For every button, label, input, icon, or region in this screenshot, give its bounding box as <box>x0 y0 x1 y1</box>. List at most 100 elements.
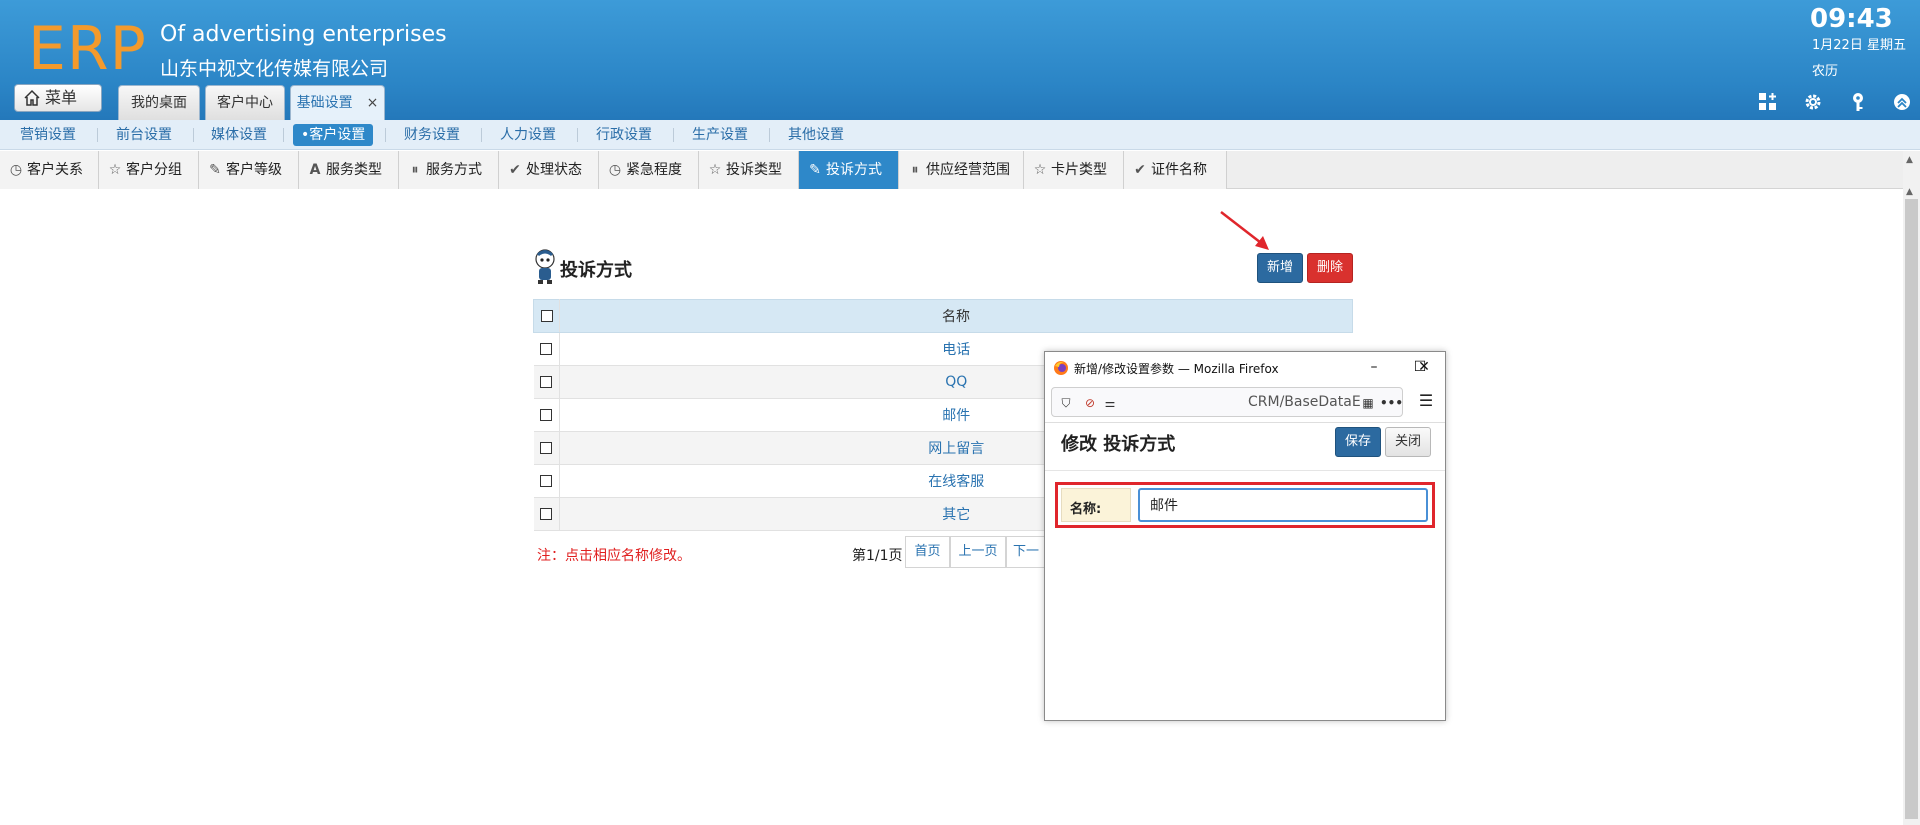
tab-close-icon[interactable]: × <box>367 95 379 111</box>
popup-heading: 修改 投诉方式 <box>1061 434 1176 455</box>
firefox-icon <box>1054 361 1068 375</box>
subnav-divider <box>481 128 482 142</box>
row-name-link[interactable]: QQ <box>945 374 967 390</box>
tab-label: 客户中心 <box>217 95 273 111</box>
cattab-customer-level[interactable]: ✎ 客户等级 <box>199 151 299 189</box>
row-checkbox[interactable] <box>540 508 553 520</box>
name-field[interactable] <box>1138 488 1428 522</box>
subnav-divider <box>673 128 674 142</box>
brand-company-name: 山东中视文化传媒有限公司 <box>160 58 389 80</box>
cattab-label: 投诉方式 <box>826 162 882 178</box>
cattab-customer-relation[interactable]: ◷ 客户关系 <box>0 151 99 189</box>
save-button[interactable]: 保存 <box>1335 427 1381 457</box>
subnav-admin[interactable]: 行政设置 <box>596 120 652 150</box>
tab-basic-settings[interactable]: 基础设置 × <box>290 85 385 120</box>
popup-window-title: 新增/修改设置参数 — Mozilla Firefox <box>1074 362 1279 376</box>
close-window-icon[interactable]: ✕ <box>1413 356 1435 378</box>
cattab-supply-scope[interactable]: ⏸ 供应经营范围 <box>899 151 1024 189</box>
row-checkbox[interactable] <box>540 343 553 355</box>
popup-url-bar[interactable]: ⛉ ⊘ ⚌ CRM/BaseDataE ▦ ••• <box>1051 387 1403 417</box>
subnav-hr[interactable]: 人力设置 <box>500 120 556 150</box>
field-label-cell: 名称: <box>1061 488 1131 522</box>
table-header-row: 名称 <box>533 299 1353 333</box>
row-checkbox[interactable] <box>540 376 553 388</box>
hamburger-menu-icon[interactable]: ☰ <box>1417 392 1435 410</box>
cattab-customer-group[interactable]: ☆ 客户分组 <box>99 151 199 189</box>
cattab-complaint-method[interactable]: ✎ 投诉方式 <box>799 151 899 189</box>
subnav-marketing[interactable]: 营销设置 <box>20 120 76 150</box>
category-tabs: ◷ 客户关系 ☆ 客户分组 ✎ 客户等级 A 服务类型 ⏸ 服务方式 ✔ 处理状态 ◷ 紧急程… <box>0 151 1920 189</box>
add-button[interactable]: 新增 <box>1257 253 1303 283</box>
settings-subnav: 营销设置 前台设置 媒体设置 •客户设置 财务设置 人力设置 行政设置 生产设置… <box>0 120 1920 150</box>
subnav-production[interactable]: 生产设置 <box>692 120 748 150</box>
select-all-checkbox[interactable] <box>540 310 553 322</box>
star-icon: ☆ <box>1033 162 1047 178</box>
cattab-certificate-name[interactable]: ✔ 证件名称 <box>1124 151 1227 189</box>
camera-blocked-icon[interactable]: ⊘ <box>1082 395 1098 411</box>
home-icon <box>24 89 40 106</box>
scroll-up-arrow-icon[interactable]: ▲ <box>1906 155 1913 165</box>
cattab-process-status[interactable]: ✔ 处理状态 <box>499 151 599 189</box>
permissions-icon[interactable]: ⚌ <box>1102 395 1118 411</box>
letter-a-icon: A <box>309 162 321 178</box>
cattab-label: 处理状态 <box>526 162 582 178</box>
close-button[interactable]: 关闭 <box>1385 427 1431 457</box>
column-header-name: 名称 <box>559 299 1353 333</box>
cattab-service-type[interactable]: A 服务类型 <box>299 151 399 189</box>
tab-customer-center[interactable]: 客户中心 <box>205 85 285 120</box>
subnav-finance[interactable]: 财务设置 <box>404 120 460 150</box>
more-actions-icon[interactable]: ••• <box>1380 395 1403 411</box>
subnav-divider <box>385 128 386 142</box>
popup-titlebar[interactable]: 新增/修改设置参数 — Mozilla Firefox – ☐ <box>1045 352 1445 384</box>
tab-my-desktop[interactable]: 我的桌面 <box>118 85 200 120</box>
cattab-service-method[interactable]: ⏸ 服务方式 <box>399 151 499 189</box>
row-name-link[interactable]: 电话 <box>942 342 970 358</box>
pencil-icon: ✎ <box>809 162 821 178</box>
clock-icon: ◷ <box>608 162 622 178</box>
scrollbar-thumb[interactable] <box>1905 199 1918 819</box>
app-header: ERP Of advertising enterprises 山东中视文化传媒有… <box>0 0 1920 120</box>
row-name-link[interactable]: 在线客服 <box>928 474 984 490</box>
cattab-label: 投诉类型 <box>726 162 782 178</box>
shield-icon[interactable]: ⛉ <box>1058 395 1074 411</box>
delete-button[interactable]: 删除 <box>1307 253 1353 283</box>
clock-date: 1月22日 星期五 <box>1812 38 1906 53</box>
cattab-label: 卡片类型 <box>1051 162 1107 178</box>
gear-icon[interactable] <box>1802 92 1824 114</box>
subnav-customer[interactable]: •客户设置 <box>293 124 374 146</box>
grid-add-icon[interactable] <box>1757 92 1779 114</box>
subnav-divider <box>283 128 284 142</box>
subnav-divider <box>97 128 98 142</box>
cattab-label: 服务方式 <box>426 162 482 178</box>
subnav-front-desk[interactable]: 前台设置 <box>116 120 172 150</box>
brand-english-name: Of advertising enterprises <box>160 22 447 47</box>
popup-url-text: CRM/BaseDataE <box>1248 394 1361 410</box>
pager-prev[interactable]: 上一页 <box>950 536 1006 568</box>
cattab-label: 客户等级 <box>226 162 282 178</box>
key-icon[interactable] <box>1847 92 1869 114</box>
minimize-icon[interactable]: – <box>1363 356 1385 378</box>
pencil-icon: ✎ <box>209 162 221 178</box>
row-checkbox[interactable] <box>540 409 553 421</box>
cattab-complaint-type[interactable]: ☆ 投诉类型 <box>699 151 799 189</box>
row-name-link[interactable]: 网上留言 <box>928 441 984 457</box>
cattab-urgency[interactable]: ◷ 紧急程度 <box>599 151 699 189</box>
row-name-link[interactable]: 其它 <box>942 507 970 523</box>
row-checkbox[interactable] <box>540 475 553 487</box>
menu-button[interactable]: 菜单 <box>14 84 102 112</box>
pager-first[interactable]: 首页 <box>905 536 950 568</box>
subnav-other[interactable]: 其他设置 <box>788 120 844 150</box>
row-checkbox[interactable] <box>540 442 553 454</box>
vertical-scrollbar[interactable]: ▲ ▲ <box>1903 151 1920 825</box>
subnav-media[interactable]: 媒体设置 <box>211 120 267 150</box>
collapse-up-icon[interactable] <box>1891 92 1913 114</box>
row-name-link[interactable]: 邮件 <box>942 408 970 424</box>
qr-code-icon[interactable]: ▦ <box>1360 395 1376 411</box>
tab-label: 我的桌面 <box>131 95 187 111</box>
cattab-card-type[interactable]: ☆ 卡片类型 <box>1024 151 1124 189</box>
subnav-divider <box>577 128 578 142</box>
cattab-label: 客户关系 <box>27 162 83 178</box>
pager-next[interactable]: 下一 <box>1006 536 1046 568</box>
scroll-up-arrow-icon[interactable]: ▲ <box>1906 187 1913 197</box>
